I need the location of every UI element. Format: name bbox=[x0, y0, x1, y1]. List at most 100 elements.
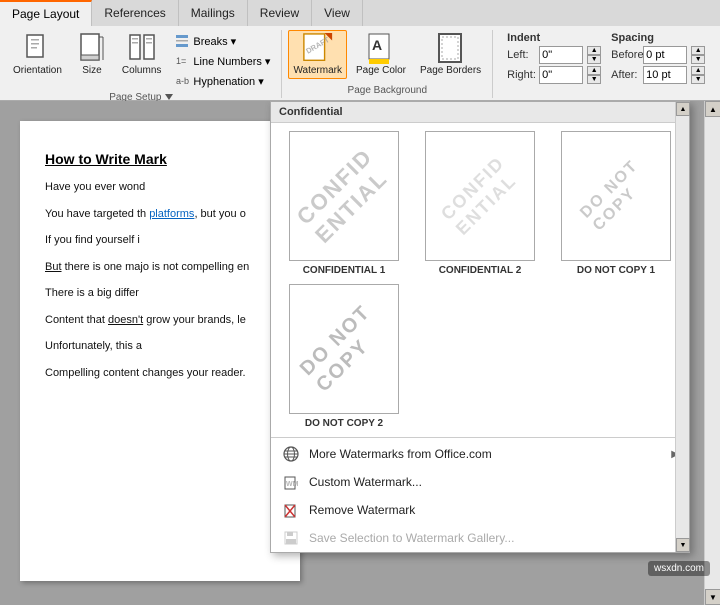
indent-right-spinner: ▲ ▼ bbox=[587, 66, 601, 84]
watermark-grid-row2: DO NOTCOPY DO NOT COPY 2 bbox=[271, 284, 689, 435]
watermark-panel-divider bbox=[271, 437, 689, 438]
ribbon-body: Orientation Size bbox=[0, 26, 720, 100]
tab-view[interactable]: View bbox=[312, 0, 363, 26]
page-color-button[interactable]: A Page Color bbox=[351, 30, 411, 79]
more-watermarks-label: More Watermarks from Office.com bbox=[309, 447, 492, 461]
orientation-label: Orientation bbox=[13, 65, 62, 76]
watermark-item-do-not-copy1[interactable]: DO NOTCOPY DO NOT COPY 1 bbox=[551, 131, 681, 276]
indent-left-input[interactable] bbox=[539, 46, 583, 64]
spacing-before-up[interactable]: ▲ bbox=[691, 46, 705, 55]
spacing-after-down[interactable]: ▼ bbox=[691, 75, 705, 84]
page-setup-small-buttons: Breaks ▾ 1= Line Numbers ▾ a-b Hyphenati… bbox=[170, 32, 275, 90]
more-watermarks-menu-item[interactable]: More Watermarks from Office.com ▶ bbox=[271, 440, 689, 468]
indent-label: Indent bbox=[507, 32, 601, 44]
watermark-label: Watermark bbox=[293, 65, 342, 76]
page-borders-button[interactable]: Page Borders bbox=[415, 30, 486, 79]
indent-right-up[interactable]: ▲ bbox=[587, 66, 601, 75]
hyphenation-button[interactable]: a-b Hyphenation ▾ bbox=[170, 72, 275, 90]
custom-watermark-label: Custom Watermark... bbox=[309, 475, 422, 489]
doc-para-3: If you find yourself i bbox=[45, 232, 275, 249]
spacing-group: Spacing Before: ▲ ▼ After: bbox=[611, 32, 705, 84]
watermark-text-do-not-copy2: DO NOTCOPY bbox=[296, 301, 392, 397]
panel-scrollbar: ▲ ▼ bbox=[675, 102, 689, 552]
watermark-text-confidential1: CONFIDENTIAL bbox=[292, 144, 397, 249]
save-selection-icon bbox=[281, 528, 301, 548]
indent-right-row: Right: ▲ ▼ bbox=[507, 66, 601, 84]
svg-text:A: A bbox=[372, 37, 382, 53]
doc-link-platforms[interactable]: platforms bbox=[149, 208, 194, 220]
doc-para-2: You have targeted th platforms, but you … bbox=[45, 206, 275, 223]
spacing-before-label: Before: bbox=[611, 49, 639, 61]
tab-review[interactable]: Review bbox=[248, 0, 312, 26]
watermark-item-confidential1[interactable]: CONFIDENTIAL CONFIDENTIAL 1 bbox=[279, 131, 409, 276]
spacing-after-spinner: ▲ ▼ bbox=[691, 66, 705, 84]
watermark-thumb-do-not-copy2: DO NOTCOPY bbox=[289, 284, 399, 414]
indent-left-label: Left: bbox=[507, 49, 535, 61]
indent-left-up[interactable]: ▲ bbox=[587, 46, 601, 55]
ribbon-group-page-setup: Orientation Size bbox=[2, 30, 282, 98]
indent-spacing-group-label bbox=[605, 86, 608, 101]
custom-watermark-icon: WM bbox=[281, 472, 301, 492]
watermark-item-do-not-copy2[interactable]: DO NOTCOPY DO NOT COPY 2 bbox=[279, 284, 409, 429]
breaks-button[interactable]: Breaks ▾ bbox=[170, 32, 275, 50]
watermark-label-confidential2: CONFIDENTIAL 2 bbox=[439, 265, 522, 276]
spacing-after-up[interactable]: ▲ bbox=[691, 66, 705, 75]
indent-spacing-content: Indent Left: ▲ ▼ Right: bbox=[499, 30, 713, 86]
size-label: Size bbox=[82, 65, 101, 76]
size-button[interactable]: Size bbox=[71, 30, 113, 79]
doc-para-7: Unfortunately, this a bbox=[45, 338, 275, 355]
line-numbers-button[interactable]: 1= Line Numbers ▾ bbox=[170, 52, 275, 70]
page-borders-icon bbox=[435, 33, 467, 65]
line-numbers-label: Line Numbers ▾ bbox=[193, 55, 270, 68]
indent-right-input[interactable] bbox=[539, 66, 583, 84]
globe-icon bbox=[281, 444, 301, 464]
panel-scroll-up[interactable]: ▲ bbox=[676, 102, 690, 116]
ribbon-group-page-background: DRAFT Watermark A Page Color bbox=[282, 30, 493, 98]
spacing-before-row: Before: ▲ ▼ bbox=[611, 46, 705, 64]
scrollbar-up-btn[interactable]: ▲ bbox=[705, 101, 720, 117]
size-icon bbox=[76, 33, 108, 65]
orientation-button[interactable]: Orientation bbox=[8, 30, 67, 79]
doc-para-8: Compelling content changes your reader. bbox=[45, 365, 275, 382]
indent-group: Indent Left: ▲ ▼ Right: bbox=[507, 32, 601, 84]
scrollbar-down-btn[interactable]: ▼ bbox=[705, 589, 720, 605]
doc-para-4: But there is one majo is not compelling … bbox=[45, 259, 275, 276]
svg-text:a-b: a-b bbox=[176, 76, 189, 86]
remove-watermark-menu-item[interactable]: Remove Watermark bbox=[271, 496, 689, 524]
indent-spacing-fields: Indent Left: ▲ ▼ Right: bbox=[499, 30, 713, 86]
watermark-item-confidential2[interactable]: CONFIDENTIAL CONFIDENTIAL 2 bbox=[415, 131, 545, 276]
orientation-icon bbox=[21, 33, 53, 65]
tab-mailings[interactable]: Mailings bbox=[179, 0, 248, 26]
watermark-icon: DRAFT bbox=[302, 33, 334, 65]
tab-references[interactable]: References bbox=[92, 0, 178, 26]
svg-text:WM: WM bbox=[286, 481, 299, 488]
panel-scroll-down[interactable]: ▼ bbox=[676, 538, 690, 552]
page-background-group-label: Page Background bbox=[348, 83, 428, 98]
tab-page-layout[interactable]: Page Layout bbox=[0, 0, 92, 26]
hyphenation-label: Hyphenation ▾ bbox=[193, 75, 263, 88]
page-borders-label: Page Borders bbox=[420, 65, 481, 76]
remove-watermark-icon bbox=[281, 500, 301, 520]
indent-right-down[interactable]: ▼ bbox=[587, 75, 601, 84]
doc-title: How to Write Mark bbox=[45, 151, 275, 167]
spacing-after-row: After: ▲ ▼ bbox=[611, 66, 705, 84]
breaks-label: Breaks ▾ bbox=[193, 35, 236, 48]
spacing-before-down[interactable]: ▼ bbox=[691, 55, 705, 64]
svg-text:1=: 1= bbox=[176, 56, 186, 66]
indent-left-down[interactable]: ▼ bbox=[587, 55, 601, 64]
spacing-before-input[interactable] bbox=[643, 46, 687, 64]
watermark-button[interactable]: DRAFT Watermark bbox=[288, 30, 347, 79]
right-scrollbar: ▲ ▼ bbox=[704, 101, 720, 605]
watermark-panel-header: Confidential bbox=[271, 102, 689, 123]
indent-left-spinner: ▲ ▼ bbox=[587, 46, 601, 64]
spacing-after-input[interactable] bbox=[643, 66, 687, 84]
ribbon-tab-bar: Page Layout References Mailings Review V… bbox=[0, 0, 720, 26]
watermark-label-do-not-copy2: DO NOT COPY 2 bbox=[305, 418, 383, 429]
doc-para-6: Content that doesn't grow your brands, l… bbox=[45, 312, 275, 329]
columns-label: Columns bbox=[122, 65, 161, 76]
watermark-label-do-not-copy1: DO NOT COPY 1 bbox=[577, 265, 655, 276]
document-page: How to Write Mark Have you ever wond You… bbox=[20, 121, 300, 581]
custom-watermark-menu-item[interactable]: WM Custom Watermark... bbox=[271, 468, 689, 496]
columns-button[interactable]: Columns bbox=[117, 30, 166, 79]
spacing-before-spinner: ▲ ▼ bbox=[691, 46, 705, 64]
